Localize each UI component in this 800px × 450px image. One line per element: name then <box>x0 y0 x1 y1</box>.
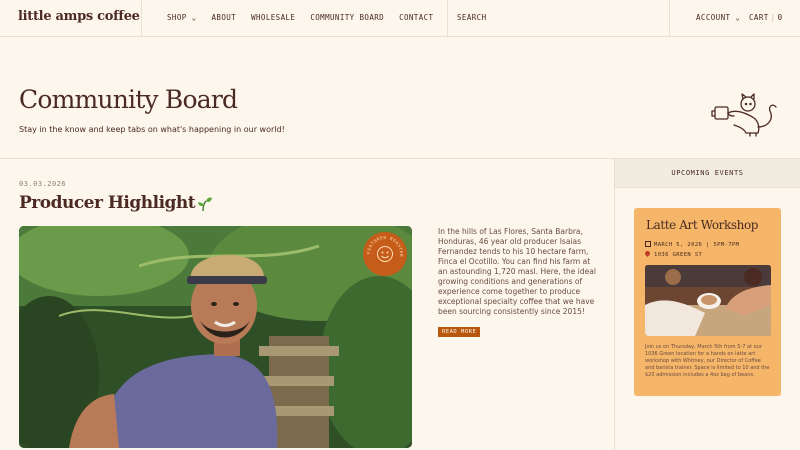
cart-button[interactable]: CART | 0 <box>749 13 783 22</box>
hero-banner: Community Board Stay in the know and kee… <box>0 37 800 159</box>
location-pin-icon <box>643 249 652 258</box>
divider <box>669 0 670 37</box>
event-title[interactable]: Latte Art Workshop <box>646 218 758 232</box>
featured-roaster-badge: FEATURED ROASTER <box>363 232 407 276</box>
nav-shop[interactable]: SHOP ⌄ <box>167 13 197 22</box>
article-title: Producer Highlight <box>19 193 213 213</box>
nav-community-board[interactable]: COMMUNITY BOARD <box>310 13 384 22</box>
nav-contact[interactable]: CONTACT <box>399 13 433 22</box>
divider <box>447 0 448 37</box>
page-subtitle: Stay in the know and keep tabs on what's… <box>19 125 285 134</box>
event-photo-illustration <box>645 265 771 336</box>
sprout-icon <box>198 196 213 211</box>
nav-about[interactable]: ABOUT <box>212 13 237 22</box>
event-description: Join us on Thursday, March 5th from 5-7 … <box>645 344 770 378</box>
page-title: Community Board <box>19 85 238 114</box>
logo[interactable]: little amps coffee <box>18 9 140 24</box>
account-menu[interactable]: ACCOUNT ⌄ <box>696 13 740 22</box>
producer-photo <box>19 226 412 448</box>
nav-wholesale[interactable]: WHOLESALE <box>251 13 295 22</box>
event-photo <box>645 265 771 336</box>
search-button[interactable]: SEARCH <box>457 13 487 22</box>
event-address-text: 1036 GREEN ST <box>654 252 703 258</box>
event-card[interactable]: Latte Art Workshop MARCH 5, 2026 | 5PM-7… <box>634 208 781 396</box>
event-date: MARCH 5, 2026 | 5PM-7PM <box>645 241 739 248</box>
events-sidebar: UPCOMING EVENTS Latte Art Workshop MARCH… <box>614 159 800 450</box>
cart-label: CART <box>749 13 769 22</box>
featured-roaster-badge-icon: FEATURED ROASTER <box>366 235 403 262</box>
cart-count: 0 <box>777 13 783 22</box>
main-nav: SHOP ⌄ ABOUT WHOLESALE COMMUNITY BOARD C… <box>167 13 433 22</box>
event-date-text: MARCH 5, 2026 | 5PM-7PM <box>654 242 740 248</box>
read-more-button[interactable]: READ MORE <box>438 327 481 337</box>
article-date: 03.03.2026 <box>19 180 67 188</box>
divider <box>141 0 142 37</box>
article-title-text: Producer Highlight <box>19 193 196 213</box>
event-address: 1036 GREEN ST <box>643 249 703 258</box>
cat-coffee-illustration-icon <box>711 93 777 137</box>
article-body: In the hills of Las Flores, Santa Barbra… <box>438 227 596 316</box>
cart-separator: | <box>770 13 776 22</box>
sidebar-heading: UPCOMING EVENTS <box>615 159 800 188</box>
top-nav-bar: little amps coffee SHOP ⌄ ABOUT WHOLESAL… <box>0 0 800 37</box>
producer-photo-illustration <box>19 226 412 448</box>
calendar-icon <box>645 241 651 247</box>
